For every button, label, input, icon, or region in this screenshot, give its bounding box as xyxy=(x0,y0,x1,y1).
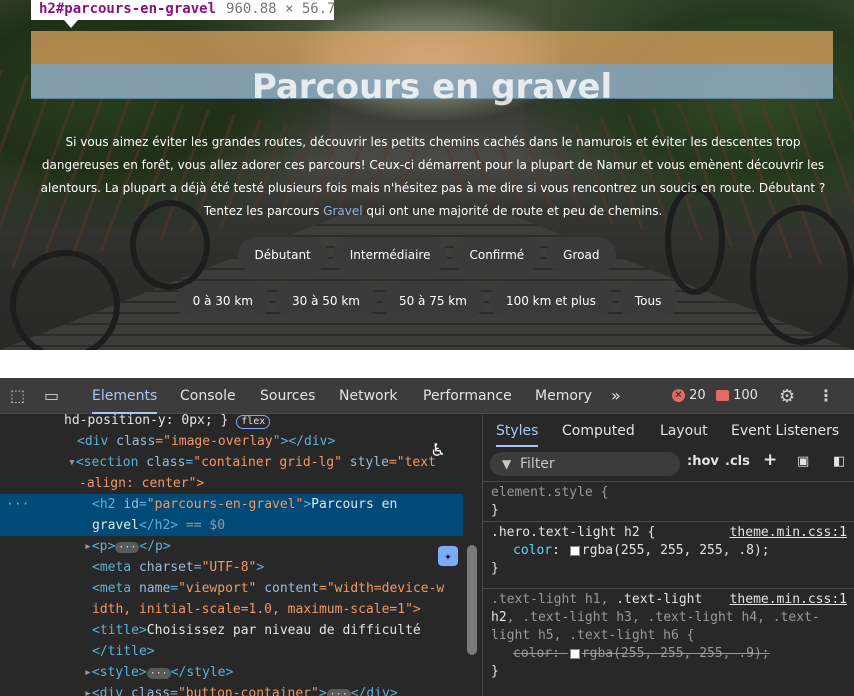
selected-code-line[interactable]: ··· <h2 id="parcours-en-gravel">Parcours… xyxy=(0,494,463,515)
tab-computed[interactable]: Computed xyxy=(562,415,635,447)
code-line[interactable]: <title>Choisissez par niveau de difficul… xyxy=(0,620,463,641)
error-count-badge[interactable]: ✕ 20 xyxy=(672,378,706,414)
filter-30-50-button[interactable]: 30 à 50 km xyxy=(274,283,377,319)
paint-icon[interactable]: ▣ xyxy=(797,454,809,469)
code-line[interactable]: hd-position-y: 0px; } flex xyxy=(0,410,463,431)
new-rule-icon[interactable]: + xyxy=(763,450,777,470)
expand-caret-icon[interactable]: ▸ xyxy=(84,686,92,696)
filter-groad-button[interactable]: Groad xyxy=(546,237,617,273)
filter-50-75-button[interactable]: 50 à 75 km xyxy=(381,283,484,319)
tab-elements[interactable]: Elements xyxy=(92,378,158,414)
expand-caret-icon[interactable]: ▸ xyxy=(84,539,92,554)
filter-0-30-button[interactable]: 0 à 30 km xyxy=(175,283,270,319)
filter-icon: ▼ xyxy=(502,457,512,471)
toggle-sidebar-icon[interactable]: ◧ xyxy=(833,454,845,469)
hero-section: Parcours en gravel h2#parcours-en-gravel… xyxy=(0,0,854,350)
code-line[interactable]: <meta name="viewport" content="width=dev… xyxy=(0,578,463,599)
code-line[interactable]: </title> xyxy=(0,641,463,662)
devtools-toolbar: ⬚ ▭ Elements Console Sources Network Per… xyxy=(0,378,854,414)
accessibility-icon[interactable]: ♿ xyxy=(432,437,444,461)
tab-layout[interactable]: Layout xyxy=(660,415,708,447)
tooltip-arrow xyxy=(64,20,78,28)
elements-tree: hd-position-y: 0px; } flex <div class="i… xyxy=(0,413,480,696)
filter-debutant-button[interactable]: Débutant xyxy=(237,237,328,273)
code-line[interactable]: ▸<style> ··· </style> xyxy=(0,662,463,683)
tab-console[interactable]: Console xyxy=(180,378,236,414)
tab-styles[interactable]: Styles xyxy=(496,415,539,447)
settings-gear-icon[interactable]: ⚙ xyxy=(779,386,795,407)
expand-caret-icon[interactable]: ▸ xyxy=(84,665,92,680)
error-icon: ✕ xyxy=(672,389,685,402)
issues-icon xyxy=(716,390,729,401)
inspect-tooltip: h2#parcours-en-gravel 960.88 × 56.7 xyxy=(31,0,334,20)
code-line[interactable]: ▸<div class="button-container"> ··· </div> xyxy=(0,683,463,696)
selected-code-line[interactable]: gravel</h2> == $0 xyxy=(0,515,463,536)
warning-count-badge[interactable]: 100 xyxy=(716,378,758,414)
filter-intermediaire-button[interactable]: Intermédiaire xyxy=(332,237,448,273)
tooltip-dimensions: 960.88 × 56.7 xyxy=(226,1,334,17)
rule-source-link[interactable]: theme.min.css:1 xyxy=(730,591,847,609)
color-swatch[interactable] xyxy=(569,648,580,659)
code-line[interactable]: ▸<p> ··· </p> xyxy=(0,536,463,557)
flex-badge[interactable]: flex xyxy=(236,415,271,429)
filter-100-plus-button[interactable]: 100 km et plus xyxy=(488,283,613,319)
cls-toggle[interactable]: .cls xyxy=(725,454,750,469)
level-filter-buttons: Débutant Intermédiaire Confirmé Groad xyxy=(0,237,854,273)
tab-event-listeners[interactable]: Event Listeners xyxy=(731,415,839,447)
device-toolbar-icon[interactable]: ▭ xyxy=(44,386,59,405)
tab-memory[interactable]: Memory xyxy=(535,378,592,414)
filter-tous-button[interactable]: Tous xyxy=(617,283,679,319)
filter-confirme-button[interactable]: Confirmé xyxy=(452,237,542,273)
code-line[interactable]: idth, initial-scale=1.0, maximum-scale=1… xyxy=(0,599,463,620)
expand-caret-icon[interactable]: ▾ xyxy=(68,455,76,470)
more-dots-icon[interactable]: ··· xyxy=(6,494,29,515)
elements-scrollbar[interactable] xyxy=(467,545,477,655)
tab-performance[interactable]: Performance xyxy=(423,378,512,414)
style-rule-element: element.style { } xyxy=(483,481,854,521)
hero-description: Si vous aimez éviter les grandes routes,… xyxy=(40,135,826,218)
hov-toggle[interactable]: :hov xyxy=(687,454,719,469)
code-line[interactable]: -align: center"> xyxy=(0,473,463,494)
page-title: Parcours en gravel xyxy=(251,67,613,107)
tooltip-tag: h2#parcours-en-gravel xyxy=(39,1,217,17)
styles-filter-input[interactable]: ▼ Filter xyxy=(490,452,680,476)
color-swatch[interactable] xyxy=(569,545,580,556)
code-line[interactable]: <div class="image-overlay"></div> xyxy=(0,431,463,452)
more-options-icon[interactable]: ⋮ xyxy=(818,386,834,405)
code-line[interactable]: ▾<section class="container grid-lg" styl… xyxy=(0,452,463,473)
page: Parcours en gravel h2#parcours-en-gravel… xyxy=(0,0,854,696)
styles-sidebar: Styles Computed Layout Event Listeners ▼… xyxy=(482,415,854,696)
more-tabs-icon[interactable]: » xyxy=(611,378,621,414)
style-rule-text-light: .text-light h1, .text-light theme.min.cs… xyxy=(483,588,854,696)
distance-filter-buttons: 0 à 30 km 30 à 50 km 50 à 75 km 100 km e… xyxy=(0,283,854,319)
tab-sources[interactable]: Sources xyxy=(260,378,315,414)
rule-source-link[interactable]: theme.min.css:1 xyxy=(730,524,847,542)
inspect-element-icon[interactable]: ⬚ xyxy=(10,386,25,405)
tab-network[interactable]: Network xyxy=(339,378,397,414)
style-rule-hero-h2: .hero.text-light h2 { theme.min.css:1 co… xyxy=(483,521,854,588)
devtools-panel: ⬚ ▭ Elements Console Sources Network Per… xyxy=(0,378,854,696)
code-line[interactable]: <meta charset="UTF-8"> xyxy=(0,557,463,578)
gravel-link[interactable]: Gravel xyxy=(323,204,362,218)
ai-assist-icon[interactable]: ✦ xyxy=(438,546,458,566)
